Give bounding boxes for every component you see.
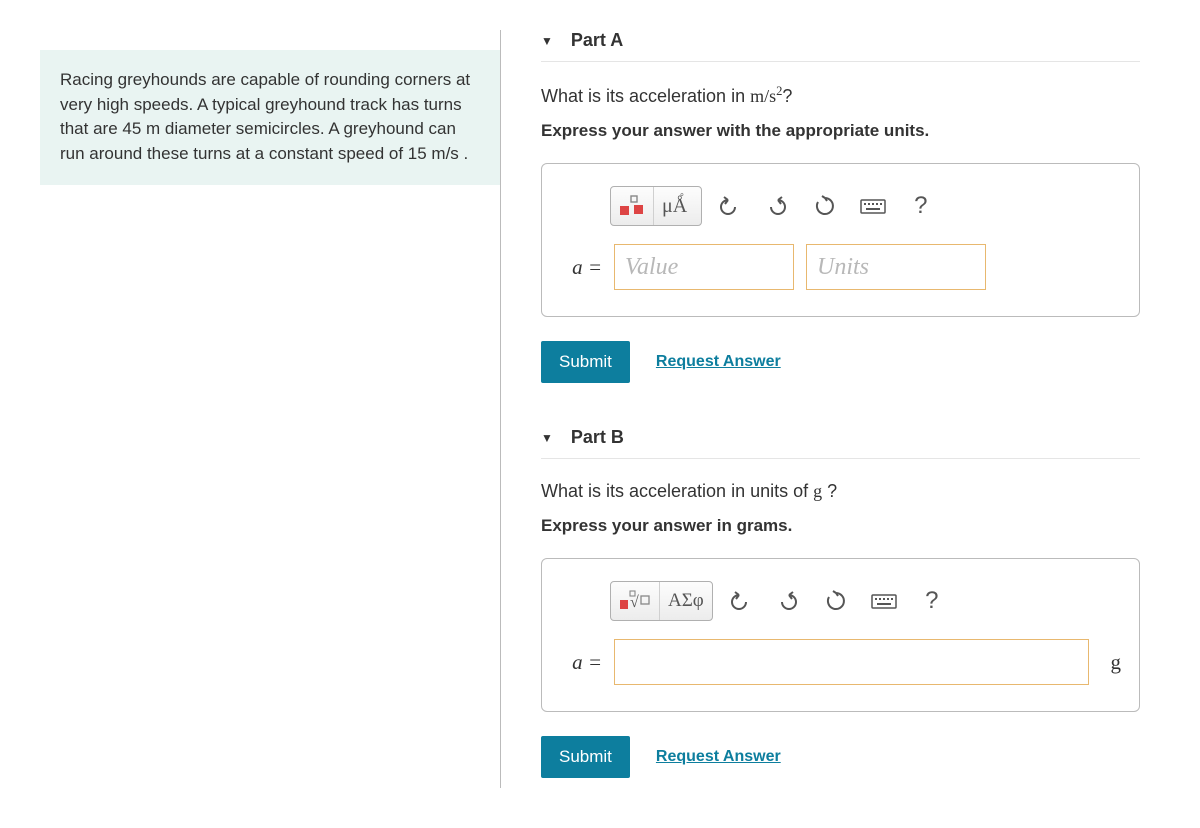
units-input[interactable] [806,244,986,290]
part-a-title: Part A [571,30,623,51]
unit-suffix: g [1111,650,1122,675]
reset-button[interactable] [804,195,846,217]
reset-button[interactable] [815,590,857,612]
part-a-answer-box: μÅ ∘ ? a = [541,163,1140,317]
part-b-header[interactable]: ▼ Part B [541,427,1140,459]
help-button[interactable]: ? [900,192,942,220]
undo-button[interactable] [719,591,761,611]
request-answer-link[interactable]: Request Answer [656,353,781,371]
redo-button[interactable] [756,196,798,216]
keyboard-button[interactable] [863,592,905,610]
chevron-down-icon: ▼ [541,34,553,48]
part-a-toolbar: μÅ ∘ ? [610,186,1121,226]
part-b-title: Part B [571,427,624,448]
greek-button[interactable]: ΑΣφ [659,582,712,620]
answer-input[interactable] [614,639,1089,685]
part-b-var-label: a = [560,650,602,675]
part-a-var-label: a = [560,255,602,280]
part-b-instruction: Express your answer in grams. [541,516,1140,536]
redo-button[interactable] [767,591,809,611]
part-a-instruction: Express your answer with the appropriate… [541,121,1140,141]
part-b-answer-box: √ ΑΣφ [541,558,1140,712]
part-a-header[interactable]: ▼ Part A [541,30,1140,62]
submit-button[interactable]: Submit [541,341,630,383]
part-b-question: What is its acceleration in units of g ? [541,481,1140,502]
part-a-question: What is its acceleration in m/s2? [541,84,1140,107]
problem-statement: Racing greyhounds are capable of roundin… [40,50,500,185]
submit-button[interactable]: Submit [541,736,630,778]
math-templates-button[interactable]: √ [611,582,659,620]
templates-button[interactable] [611,187,653,225]
part-b-toolbar: √ ΑΣφ [610,581,1121,621]
request-answer-link[interactable]: Request Answer [656,748,781,766]
help-button[interactable]: ? [911,587,953,615]
value-input[interactable] [614,244,794,290]
keyboard-button[interactable] [852,197,894,215]
units-button[interactable]: μÅ ∘ [653,187,701,225]
chevron-down-icon: ▼ [541,431,553,445]
undo-button[interactable] [708,196,750,216]
